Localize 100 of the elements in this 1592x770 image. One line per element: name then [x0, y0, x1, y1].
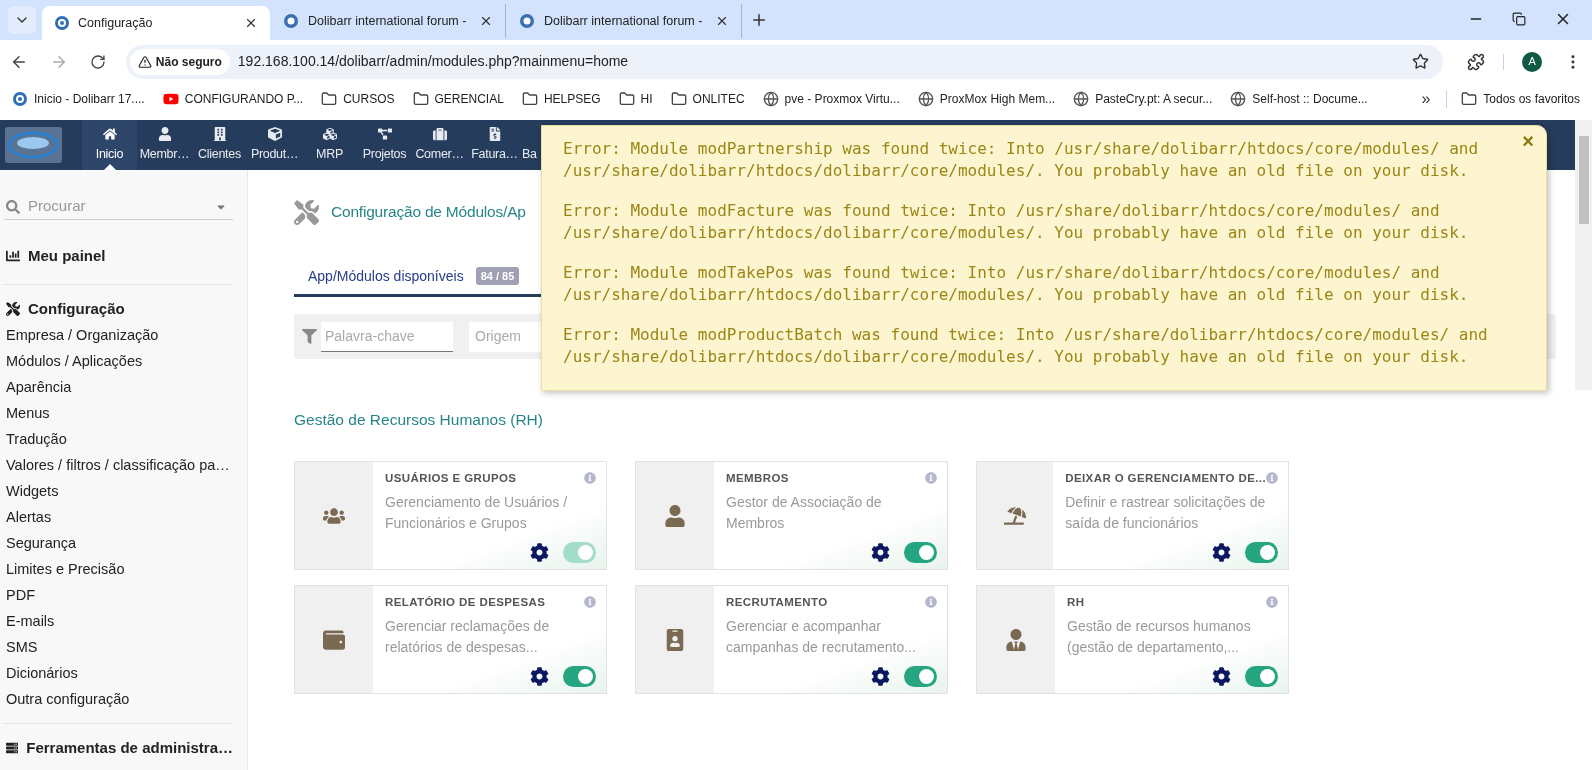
nav-item[interactable]: Clientes [192, 120, 247, 170]
sidebar-item[interactable]: SMS [4, 635, 233, 661]
bookmark[interactable]: pve - Proxmox Virtu... [756, 90, 906, 108]
toggle-switch[interactable] [904, 666, 937, 688]
settings-icon[interactable] [1212, 667, 1231, 687]
toggle-switch[interactable] [1245, 666, 1278, 688]
nav-item[interactable]: Fatura… [467, 120, 522, 170]
profile-avatar[interactable]: A [1522, 51, 1543, 72]
suitcase-icon [432, 126, 447, 141]
folder-icon [521, 91, 538, 107]
chart-icon [6, 249, 20, 263]
nav-item[interactable]: Ba [522, 120, 538, 170]
toggle-switch[interactable] [904, 542, 937, 564]
sidebar-item[interactable]: Menus [4, 401, 233, 427]
sidebar-item[interactable]: PDF [4, 583, 233, 609]
sidebar-heading[interactable]: Configuração [4, 295, 233, 323]
sidebar-item[interactable]: Widgets [4, 479, 233, 505]
bookmark[interactable]: HELPSEG [515, 90, 607, 108]
close-icon[interactable] [479, 14, 493, 28]
nav-item[interactable]: Membr… [137, 120, 192, 170]
bookmark[interactable]: Inicio - Dolibarr 17.... [6, 90, 151, 108]
module-title: RELATÓRIO DE DESPESAS [385, 595, 547, 611]
tab[interactable]: App/Módulos disponíveis 84 / 85 [294, 258, 528, 294]
module-title: RH [1067, 595, 1086, 611]
settings-icon[interactable] [530, 543, 549, 563]
nav-item[interactable]: Produt… [247, 120, 302, 170]
sidebar-item[interactable]: Limites e Precisão [4, 557, 233, 583]
close-icon[interactable] [244, 16, 258, 30]
warning-icon [137, 54, 152, 69]
toggle-switch[interactable] [1245, 542, 1278, 564]
nav-item[interactable]: Projetos [357, 120, 412, 170]
address-bar[interactable]: Não seguro 192.168.100.14/dolibarr/admin/modules.php?mainmenu=home [125, 44, 1444, 79]
scrollbar[interactable] [1575, 120, 1592, 390]
close-button[interactable]: × [1522, 126, 1534, 156]
browser-tab[interactable]: Configuração [42, 6, 270, 40]
nav-item[interactable]: Comer… [412, 120, 467, 170]
module-description: Gestão de recursos humanos (gestão de departamento,... [1067, 616, 1252, 657]
new-tab-icon[interactable] [750, 11, 768, 29]
bookmark[interactable]: Self-host :: Docume... [1224, 90, 1374, 108]
sidebar-item[interactable]: Outra configuração [4, 687, 233, 713]
beach-umbrella-icon [1004, 504, 1027, 527]
sidebar-item[interactable]: Tradução [4, 427, 233, 453]
bookmark[interactable]: ONLITEC [664, 90, 751, 108]
settings-icon[interactable] [1212, 543, 1231, 563]
tools-icon [294, 199, 319, 225]
module-description: Gerenciar e acompanhar campanhas de recrutamento... [726, 616, 917, 657]
module-description: Gerenciar reclamações de relatórios de despesas... [385, 616, 551, 657]
toggle-switch[interactable] [563, 666, 596, 688]
restore-icon[interactable] [1512, 12, 1526, 26]
reload-icon[interactable] [89, 53, 106, 70]
bookmark[interactable]: CURSOS [315, 90, 401, 108]
bookmark[interactable]: HI [612, 90, 659, 108]
bookmark[interactable]: PasteCry.pt: A secur... [1067, 90, 1219, 108]
bookmark[interactable]: ProxMox High Mem... [911, 90, 1062, 108]
sidebar-item[interactable]: Valores / filtros / classificação pa… [4, 453, 233, 479]
sidebar-item[interactable]: Módulos / Aplicações [4, 349, 233, 375]
error-message: Error: Module modFacture was found twice: Into /usr/share/dolibarr/htdocs/core/modules/ and /usr/share/dolibarr/htdocs/dolibarr/core/modules/. You probably have an old file on your disk. [563, 200, 1470, 243]
close-icon[interactable] [715, 14, 729, 28]
sidebar-heading[interactable]: Ferramentas de administra… [4, 734, 233, 762]
sidebar-item[interactable]: Segurança [4, 531, 233, 557]
globe-icon [762, 91, 779, 107]
server-icon [6, 741, 19, 755]
nav-item[interactable]: MRP [302, 120, 357, 170]
more-bookmarks-button[interactable]: » [1413, 87, 1439, 111]
count-badge: 84 / 85 [475, 266, 520, 286]
extensions-icon[interactable] [1467, 52, 1486, 71]
diagram-icon [377, 126, 392, 141]
person-icon [664, 504, 686, 527]
star-icon[interactable] [1412, 53, 1430, 70]
cubes-icon [322, 126, 337, 141]
security-chip[interactable]: Não seguro [129, 48, 230, 75]
globe-icon [917, 91, 934, 107]
settings-icon[interactable] [530, 667, 549, 687]
sidebar-item[interactable]: Empresa / Organização [4, 323, 233, 349]
browser-tab[interactable]: Dolibarr international forum - [270, 4, 506, 38]
video-icon [162, 91, 179, 107]
settings-icon[interactable] [871, 667, 890, 687]
sidebar-item[interactable]: Alertas [4, 505, 233, 531]
sidebar-item[interactable]: E-mails [4, 609, 233, 635]
tools-icon [6, 302, 20, 316]
tab-title: Configuração [78, 14, 154, 32]
forum-icon [518, 13, 536, 29]
settings-icon[interactable] [871, 543, 890, 563]
folder-icon [1461, 91, 1478, 107]
forum-icon [282, 13, 300, 29]
sidebar-heading[interactable]: Meu painel [4, 242, 233, 270]
bookmark[interactable]: Todos os favoritos [1455, 90, 1586, 108]
bookmark[interactable]: CONFIGURANDO P... [156, 90, 310, 108]
module-title: USUÁRIOS E GRUPOS [385, 471, 518, 487]
section-title: Gestão de Recursos Humanos (RH) [294, 410, 544, 430]
sidebar-item[interactable]: Dicionários [4, 661, 233, 687]
logo-icon[interactable] [5, 127, 62, 163]
browser-tab[interactable]: Dolibarr international forum - [506, 4, 742, 38]
folder-icon [321, 91, 338, 107]
wallet-icon [323, 628, 345, 651]
bookmark[interactable]: GERENCIAL [406, 90, 510, 108]
site-icon [12, 91, 28, 107]
sidebar-item[interactable]: Aparência [4, 375, 233, 401]
id-badge-icon [664, 628, 686, 651]
nav-item[interactable]: Inicio [82, 120, 137, 170]
